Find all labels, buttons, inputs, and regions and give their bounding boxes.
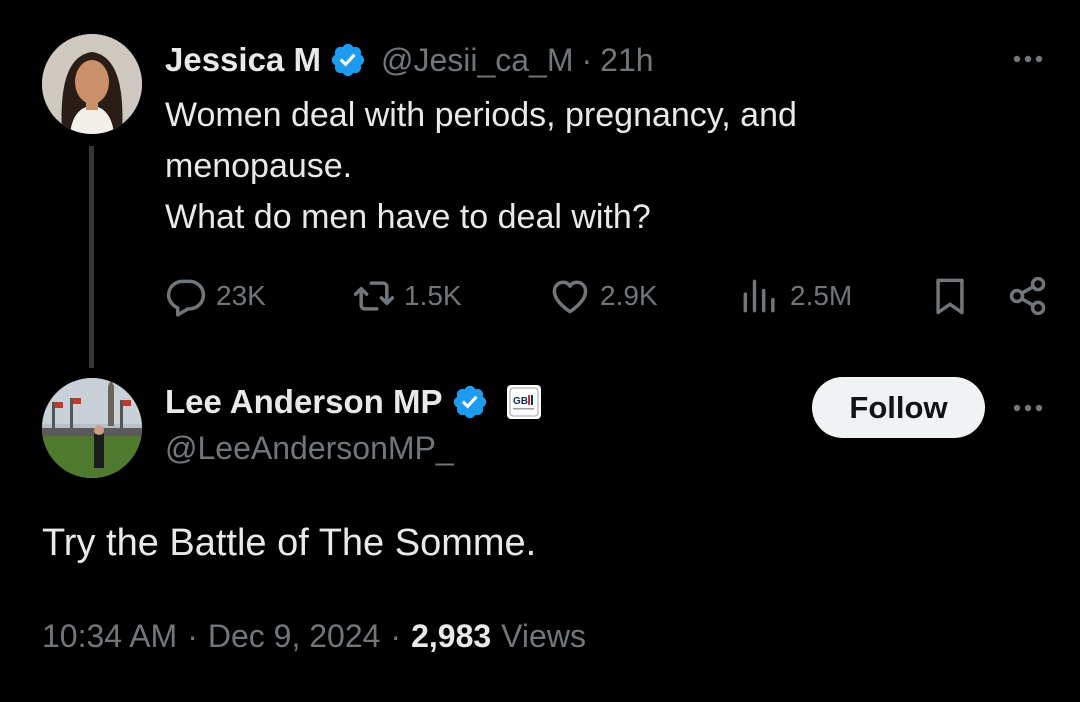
separator-dot: · [187, 618, 198, 654]
gb-news-affiliate-icon[interactable]: GB [506, 385, 541, 419]
avatar-lee-anderson[interactable] [42, 378, 142, 478]
tweet-meta: 10:34 AM · Dec 9, 2024 · 2,983 Views [42, 618, 586, 655]
thread-connector-line [89, 146, 94, 368]
separator-dot: · [390, 618, 402, 654]
more-icon[interactable] [1008, 393, 1048, 423]
share-button[interactable] [1006, 272, 1050, 320]
bookmark-icon [928, 274, 972, 318]
reply-text: Try the Battle of The Somme. [42, 522, 537, 564]
repost-count: 1.5K [404, 280, 462, 311]
author-handle[interactable]: @Jesii_ca_M [381, 42, 574, 79]
like-action[interactable]: 2.9K [548, 272, 658, 320]
verified-badge-icon [329, 41, 367, 79]
reply-icon [164, 274, 208, 318]
svg-text:GB: GB [513, 396, 528, 407]
repost-action[interactable]: 1.5K [352, 272, 462, 320]
share-icon [1006, 274, 1050, 318]
tweet-text: Women deal with periods, pregnancy, and … [165, 90, 1015, 243]
views-icon [738, 274, 782, 318]
reply-action[interactable]: 23K [164, 272, 266, 320]
reply-author-handle[interactable]: @LeeAndersonMP_ [165, 430, 454, 467]
like-icon [548, 274, 592, 318]
avatar-jessica[interactable] [42, 34, 142, 134]
separator-dot: · [581, 41, 593, 78]
reply-count: 23K [216, 280, 266, 311]
like-count: 2.9K [600, 280, 658, 311]
time-ago[interactable]: 21h [600, 42, 653, 79]
follow-button-label: Follow [849, 389, 948, 425]
repost-icon [352, 274, 396, 318]
timestamp[interactable]: 10:34 AM [42, 618, 177, 655]
tweet-header: Jessica M @Jesii_ca_M · 21h [165, 40, 654, 80]
views-count[interactable]: 2,983 [411, 618, 491, 655]
verified-badge-icon [451, 383, 489, 421]
views-count: 2.5M [790, 280, 853, 311]
reply-header: Lee Anderson MP GB [165, 380, 541, 424]
tweet-text-line-2: menopause. [165, 147, 353, 185]
date[interactable]: Dec 9, 2024 [208, 618, 381, 655]
tweet-text-line-3: What do men have to deal with? [165, 198, 651, 236]
views-action[interactable]: 2.5M [738, 272, 852, 320]
views-label: Views [501, 618, 586, 654]
tweet-text-line-1: Women deal with periods, pregnancy, and [165, 96, 797, 134]
follow-button[interactable]: Follow [812, 377, 985, 438]
bookmark-button[interactable] [928, 272, 972, 320]
author-name[interactable]: Jessica M [165, 41, 321, 79]
more-icon[interactable] [1008, 44, 1048, 74]
reply-author-name[interactable]: Lee Anderson MP [165, 383, 443, 421]
